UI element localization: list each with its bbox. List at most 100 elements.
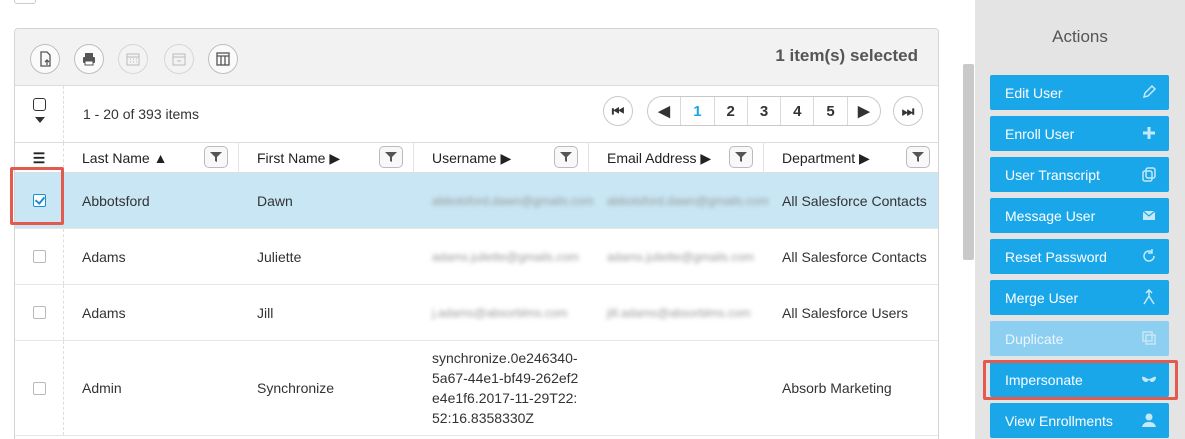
print-button[interactable] xyxy=(74,44,104,74)
filter-icon xyxy=(912,152,924,162)
action-label: Enroll User xyxy=(1005,125,1075,142)
column-label: Last Name ▲ xyxy=(82,150,168,166)
columns-button[interactable] xyxy=(208,44,238,74)
table-row[interactable]: Admin Synchronize synchronize.0e246340-5… xyxy=(15,341,938,436)
first-page-button[interactable]: ⏮ xyxy=(603,96,633,126)
merge-icon xyxy=(1143,289,1155,305)
action-label: Message User xyxy=(1005,207,1096,224)
calendar-alt-icon xyxy=(172,53,186,66)
last-page-button[interactable]: ⏭ xyxy=(893,96,923,126)
grid-toolbar: 1 item(s) selected xyxy=(15,29,938,86)
filter-button[interactable] xyxy=(379,146,403,168)
scrollbar[interactable] xyxy=(963,64,974,260)
select-all-checkbox[interactable] xyxy=(33,98,46,111)
filter-button[interactable] xyxy=(204,146,228,168)
actions-title: Actions xyxy=(1052,27,1108,46)
refresh-icon xyxy=(1143,249,1155,262)
table-row[interactable]: Abbotsford Dawn abbotsford.dawn@gmails.c… xyxy=(15,173,938,229)
column-header-first-name[interactable]: First Name ▶ xyxy=(239,143,414,173)
cell-email: jill.adams@absorblms.com xyxy=(607,305,751,320)
checkbox-highlight xyxy=(10,167,64,225)
cell-last-name: Adams xyxy=(82,248,126,265)
action-label: User Transcript xyxy=(1005,166,1100,183)
table-row[interactable]: Adams Juliette adams.juliette@gmails.com… xyxy=(15,229,938,285)
export-button[interactable] xyxy=(30,44,60,74)
reset-password-button[interactable]: Reset Password xyxy=(990,239,1169,274)
page-3[interactable]: 3 xyxy=(748,97,782,125)
prev-icon: ◀ xyxy=(658,103,670,120)
new-export-icon xyxy=(40,51,51,67)
filter-icon xyxy=(210,152,222,162)
action-label: Duplicate xyxy=(1005,330,1064,347)
column-header-last-name[interactable]: Last Name ▲ xyxy=(64,143,239,173)
view-enrollments-button[interactable]: View Enrollments xyxy=(990,403,1169,438)
cell-first-name: Dawn xyxy=(257,192,293,209)
filter-button[interactable] xyxy=(729,146,753,168)
column-header-department[interactable]: Department ▶ xyxy=(764,143,938,173)
row-checkbox-cell[interactable] xyxy=(15,341,64,435)
cell-department: Absorb Marketing xyxy=(782,380,892,396)
cell-last-name: Abbotsford xyxy=(82,192,150,209)
column-label: Department ▶ xyxy=(782,149,870,166)
next-icon: ▶ xyxy=(858,103,870,120)
row-checkbox-cell[interactable] xyxy=(15,285,64,340)
selected-count: 1 item(s) selected xyxy=(775,46,918,65)
page-selector: ◀ 1 2 3 4 5 ▶ xyxy=(647,96,881,126)
column-label: First Name ▶ xyxy=(257,149,341,166)
page-4[interactable]: 4 xyxy=(781,97,815,125)
row-checkbox[interactable] xyxy=(32,306,46,319)
next-page-button[interactable]: ▶ xyxy=(848,97,880,125)
prev-page-button[interactable]: ◀ xyxy=(648,97,682,125)
envelope-icon xyxy=(1142,210,1156,220)
column-label: Email Address ▶ xyxy=(607,149,712,166)
first-page-icon: ⏮ xyxy=(611,102,625,119)
cell-department: All Salesforce Users xyxy=(782,304,909,321)
duplicate-button[interactable]: Duplicate xyxy=(990,321,1169,356)
duplicate-icon xyxy=(1142,331,1156,345)
action-label: Merge User xyxy=(1005,289,1079,306)
calendar-alt-button[interactable] xyxy=(164,44,194,74)
page-5[interactable]: 5 xyxy=(814,97,848,125)
page-1[interactable]: 1 xyxy=(681,97,715,125)
schedule-button[interactable] xyxy=(118,44,148,74)
merge-user-button[interactable]: Merge User xyxy=(990,280,1169,315)
filter-icon xyxy=(560,152,572,162)
users-grid: 1 item(s) selected 1 - 20 of 393 items ⏮… xyxy=(14,28,939,439)
action-label: View Enrollments xyxy=(1005,412,1113,429)
chevron-down-icon[interactable] xyxy=(35,117,45,123)
cell-first-name: Jill xyxy=(257,304,274,321)
partial-button[interactable] xyxy=(14,0,36,4)
column-header-email[interactable]: Email Address ▶ xyxy=(589,143,764,173)
cell-first-name: Synchronize xyxy=(257,380,335,396)
calendar-icon xyxy=(126,53,140,66)
cell-department: All Salesforce Contacts xyxy=(782,248,927,265)
filter-button[interactable] xyxy=(554,146,578,168)
filter-icon xyxy=(385,152,397,162)
row-checkbox-cell[interactable] xyxy=(15,229,64,284)
row-checkbox[interactable] xyxy=(32,381,46,395)
select-all-dropdown[interactable] xyxy=(15,86,64,143)
row-checkbox[interactable] xyxy=(32,250,46,263)
action-label: Reset Password xyxy=(1005,248,1107,265)
page-2[interactable]: 2 xyxy=(715,97,748,125)
last-page-icon: ⏭ xyxy=(901,102,915,119)
table-row[interactable]: Adams Jill j.adams@absorblms.com jill.ad… xyxy=(15,285,938,341)
cell-first-name: Juliette xyxy=(257,248,302,265)
cell-last-name: Adams xyxy=(82,304,126,321)
user-transcript-button[interactable]: User Transcript xyxy=(990,157,1169,192)
cell-email: abbotsford.dawn@gmails.com xyxy=(607,193,769,208)
enroll-user-button[interactable]: Enroll User xyxy=(990,116,1169,151)
plus-icon xyxy=(1143,127,1155,139)
edit-user-button[interactable]: Edit User xyxy=(990,75,1169,110)
cell-email: adams.juliette@gmails.com xyxy=(607,249,754,264)
pencil-icon xyxy=(1142,84,1157,99)
column-header-username[interactable]: Username ▶ xyxy=(414,143,589,173)
filter-button[interactable] xyxy=(906,146,930,168)
columns-icon xyxy=(216,52,230,66)
action-label: Edit User xyxy=(1005,84,1063,101)
cell-email xyxy=(607,341,747,435)
column-label: Username ▶ xyxy=(432,149,512,166)
page: 1 item(s) selected 1 - 20 of 393 items ⏮… xyxy=(0,0,1185,439)
cell-last-name: Admin xyxy=(82,380,122,396)
message-user-button[interactable]: Message User xyxy=(990,198,1169,233)
